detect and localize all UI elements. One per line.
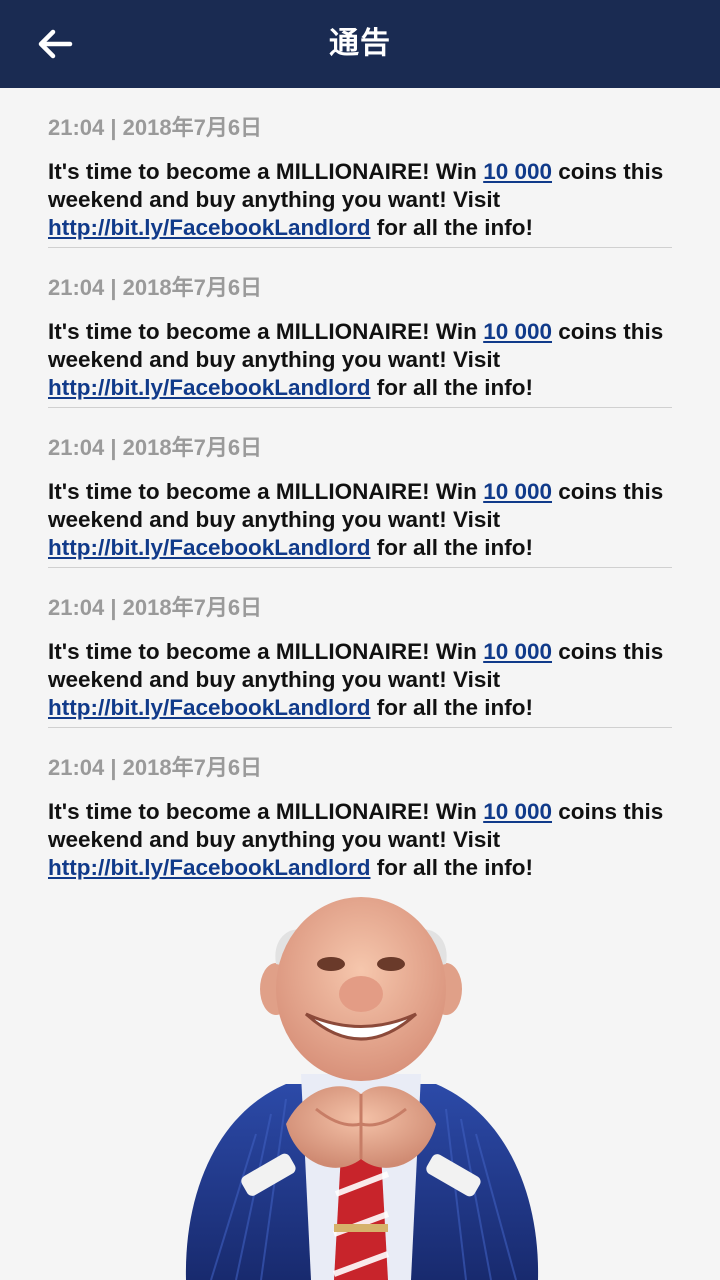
notice-text: for all the info!: [370, 375, 533, 400]
divider: [48, 247, 672, 248]
notice-item: 21:04 | 2018年7月6日 It's time to become a …: [48, 428, 672, 588]
notice-list: 21:04 | 2018年7月6日 It's time to become a …: [48, 108, 672, 908]
coins-link[interactable]: 10 000: [483, 639, 552, 664]
notice-message: It's time to become a MILLIONAIRE! Win 1…: [48, 318, 672, 402]
page-title: 通告: [329, 27, 391, 60]
divider: [48, 567, 672, 568]
divider: [48, 407, 672, 408]
url-link[interactable]: http://bit.ly/FacebookLandlord: [48, 375, 371, 400]
notice-item: 21:04 | 2018年7月6日 It's time to become a …: [48, 108, 672, 268]
notice-message: It's time to become a MILLIONAIRE! Win 1…: [48, 638, 672, 722]
notice-text: It's time to become a MILLIONAIRE! Win: [48, 319, 484, 344]
url-link[interactable]: http://bit.ly/FacebookLandlord: [48, 855, 371, 880]
notice-text: for all the info!: [370, 215, 533, 240]
coins-link[interactable]: 10 000: [483, 319, 552, 344]
notice-item: 21:04 | 2018年7月6日 It's time to become a …: [48, 268, 672, 428]
coins-link[interactable]: 10 000: [483, 479, 552, 504]
notice-text: for all the info!: [370, 855, 533, 880]
notice-text: It's time to become a MILLIONAIRE! Win: [48, 479, 484, 504]
notice-text: It's time to become a MILLIONAIRE! Win: [48, 639, 484, 664]
notice-timestamp: 21:04 | 2018年7月6日: [48, 435, 263, 460]
notice-item: 21:04 | 2018年7月6日 It's time to become a …: [48, 748, 672, 908]
url-link[interactable]: http://bit.ly/FacebookLandlord: [48, 535, 371, 560]
top-bar: 通告: [0, 0, 720, 88]
notice-message: It's time to become a MILLIONAIRE! Win 1…: [48, 158, 672, 242]
notice-timestamp: 21:04 | 2018年7月6日: [48, 755, 263, 780]
notice-text: for all the info!: [370, 695, 533, 720]
notice-text: It's time to become a MILLIONAIRE! Win: [48, 159, 484, 184]
notice-text: It's time to become a MILLIONAIRE! Win: [48, 799, 484, 824]
coins-link[interactable]: 10 000: [483, 799, 552, 824]
notice-timestamp: 21:04 | 2018年7月6日: [48, 595, 263, 620]
notice-item: 21:04 | 2018年7月6日 It's time to become a …: [48, 588, 672, 748]
divider: [48, 727, 672, 728]
url-link[interactable]: http://bit.ly/FacebookLandlord: [48, 695, 371, 720]
notice-timestamp: 21:04 | 2018年7月6日: [48, 275, 263, 300]
notice-message: It's time to become a MILLIONAIRE! Win 1…: [48, 798, 672, 882]
landlord-mascot-image: [185, 897, 539, 1280]
url-link[interactable]: http://bit.ly/FacebookLandlord: [48, 215, 371, 240]
notice-message: It's time to become a MILLIONAIRE! Win 1…: [48, 478, 672, 562]
notice-text: for all the info!: [370, 535, 533, 560]
coins-link[interactable]: 10 000: [483, 159, 552, 184]
notice-timestamp: 21:04 | 2018年7月6日: [48, 115, 263, 140]
